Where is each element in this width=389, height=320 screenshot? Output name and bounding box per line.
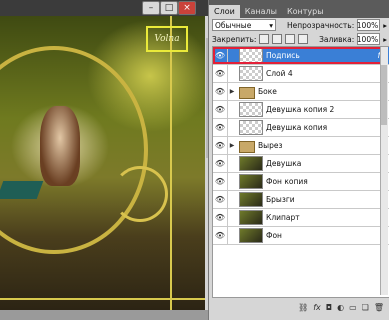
layer-row[interactable]: 👁 Слой 4: [213, 65, 389, 83]
lock-position-icon[interactable]: [285, 34, 296, 44]
fx-icon[interactable]: fx: [313, 303, 321, 312]
eye-icon[interactable]: 👁: [213, 173, 228, 190]
tab-channels[interactable]: Каналы: [240, 5, 282, 18]
girl-figure: [40, 106, 80, 186]
eye-icon[interactable]: 👁: [213, 227, 228, 244]
eye-icon[interactable]: 👁: [213, 119, 228, 136]
eye-icon[interactable]: 👁: [213, 65, 228, 82]
layer-name: Подпись: [266, 51, 300, 60]
lock-transparent-icon[interactable]: [259, 34, 270, 44]
eye-icon[interactable]: 👁: [213, 83, 228, 100]
lock-pixels-icon[interactable]: [272, 34, 283, 44]
layer-row[interactable]: 👁 Клипарт: [213, 209, 389, 227]
layer-name: Слой 4: [266, 69, 293, 78]
eye-icon[interactable]: 👁: [213, 191, 228, 208]
opacity-arrow-icon[interactable]: ▸: [383, 21, 387, 30]
layer-thumbnail: [239, 192, 263, 207]
trash-icon[interactable]: 🗑: [374, 303, 384, 312]
layer-name: Девушка: [266, 159, 302, 168]
minimize-button[interactable]: –: [142, 1, 160, 15]
artwork-image: Volna: [0, 16, 206, 310]
layer-row[interactable]: 👁 Девушка копия: [213, 119, 389, 137]
signature-stamp: Volna: [146, 26, 188, 52]
eye-icon[interactable]: 👁: [213, 137, 228, 154]
chevron-down-icon: ▾: [269, 20, 273, 30]
layer-row[interactable]: 👁Подписьfx: [213, 47, 389, 65]
layer-thumbnail: [239, 120, 263, 135]
eye-icon[interactable]: 👁: [213, 47, 228, 64]
document-canvas[interactable]: – □ × Volna: [0, 0, 215, 320]
lock-row: Закрепить: Заливка: 100% ▸: [209, 32, 389, 46]
folder-icon[interactable]: ▭: [349, 303, 357, 312]
layer-thumbnail: [239, 156, 263, 171]
new-layer-icon[interactable]: ❏: [362, 303, 369, 312]
layer-thumbnail: [239, 228, 263, 243]
fill-arrow-icon[interactable]: ▸: [383, 35, 387, 44]
layer-name: Клипарт: [266, 213, 300, 222]
layer-row[interactable]: 👁 ▶ Вырез: [213, 137, 389, 155]
fill-label: Заливка:: [319, 34, 355, 44]
layer-list: 👁Подписьfx👁Слой 4👁▶Боке👁Девушка копия 2👁…: [212, 46, 389, 298]
layer-row[interactable]: 👁 Девушка копия 2: [213, 101, 389, 119]
layer-thumbnail: [239, 66, 263, 81]
adjustment-icon[interactable]: ◐: [337, 303, 344, 312]
layer-thumbnail: [239, 210, 263, 225]
layer-list-scroll-thumb[interactable]: [381, 65, 387, 125]
mask-icon[interactable]: ◘: [326, 303, 332, 312]
folder-thumbnail-icon: [239, 139, 255, 153]
layer-name: Девушка копия: [266, 123, 328, 132]
blend-row: Обычные ▾ Непрозрачность: 100% ▸: [209, 18, 389, 32]
eye-icon[interactable]: 👁: [213, 155, 228, 172]
layer-thumbnail: [239, 48, 263, 63]
ornament-swirl: [112, 166, 168, 222]
layer-name: Фон: [266, 231, 282, 240]
panel-tabs: Слои Каналы Контуры: [209, 0, 389, 18]
link-icon[interactable]: ⛓: [298, 303, 308, 312]
eye-icon[interactable]: 👁: [213, 101, 228, 118]
expand-triangle-icon[interactable]: ▶: [228, 142, 236, 149]
layer-name: Боке: [258, 87, 277, 96]
folder-thumbnail-icon: [239, 85, 255, 99]
fill-input[interactable]: 100%: [357, 33, 381, 45]
lock-all-icon[interactable]: [298, 34, 309, 44]
layer-name: Вырез: [258, 141, 283, 150]
layer-row[interactable]: 👁 Фон копия: [213, 173, 389, 191]
layer-row[interactable]: 👁 Брызги: [213, 191, 389, 209]
layer-thumbnail: [239, 102, 263, 117]
layer-row[interactable]: 👁 ▶ Боке: [213, 83, 389, 101]
layer-name: Фон копия: [266, 177, 308, 186]
layer-thumbnail: [239, 174, 263, 189]
tab-layers[interactable]: Слои: [209, 5, 240, 18]
layer-name: Брызги: [266, 195, 295, 204]
layers-panel: Слои Каналы Контуры Обычные ▾ Непрозрачно…: [208, 0, 389, 320]
boat: [0, 181, 44, 199]
gold-border-vertical: [170, 16, 172, 310]
layer-row[interactable]: 👁 Фон: [213, 227, 389, 245]
eye-icon[interactable]: 👁: [213, 209, 228, 226]
layers-panel-toolbar: ⛓ fx ◘ ◐ ▭ ❏ 🗑: [209, 300, 389, 314]
expand-triangle-icon[interactable]: ▶: [228, 88, 236, 95]
close-button[interactable]: ×: [178, 1, 196, 15]
tab-paths[interactable]: Контуры: [282, 5, 329, 18]
layer-list-scrollbar[interactable]: [380, 47, 388, 295]
opacity-input[interactable]: 100%: [357, 19, 381, 31]
maximize-button[interactable]: □: [160, 1, 178, 15]
layer-name: Девушка копия 2: [266, 105, 335, 114]
canvas-title-bar: – □ ×: [0, 0, 215, 16]
layer-row[interactable]: 👁 Девушка: [213, 155, 389, 173]
blend-mode-value: Обычные: [215, 20, 252, 30]
gold-border-horizontal: [0, 298, 205, 300]
opacity-label: Непрозрачность:: [287, 20, 355, 30]
blend-mode-select[interactable]: Обычные ▾: [212, 19, 276, 31]
lock-label: Закрепить:: [212, 34, 257, 44]
